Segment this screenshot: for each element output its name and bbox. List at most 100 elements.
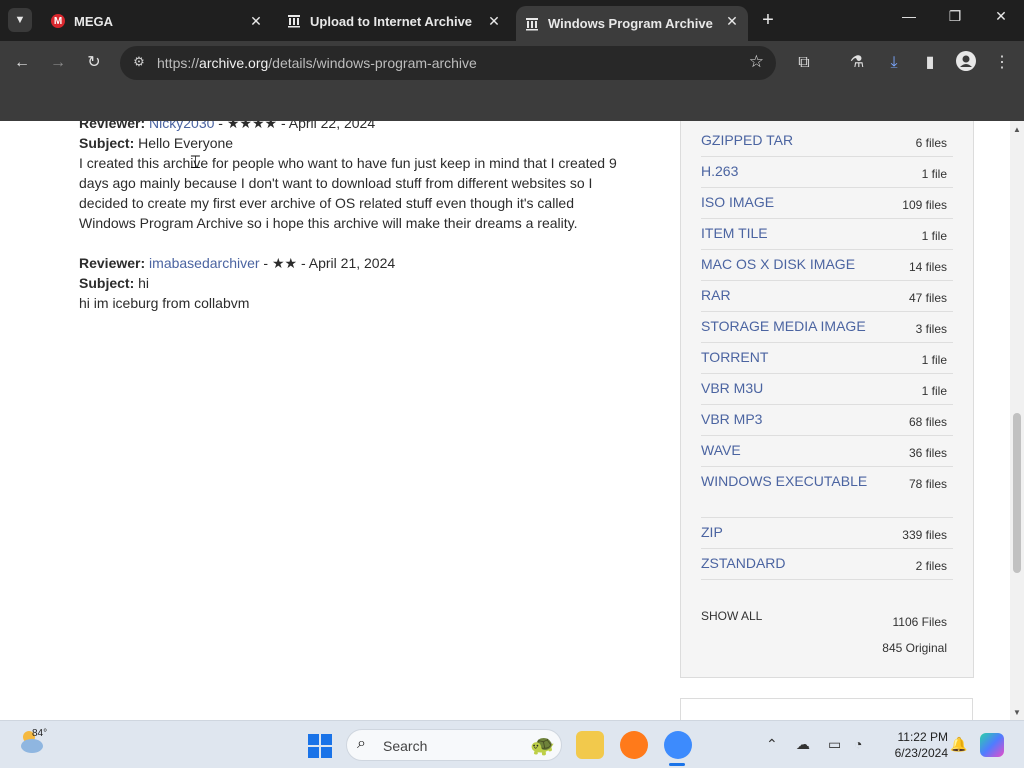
reload-button[interactable]: ↻ (82, 51, 106, 75)
format-row[interactable]: WINDOWS EXECUTABLE 78 files (701, 467, 953, 518)
reviewer-link[interactable]: Nicky2030 (149, 121, 214, 131)
firefox-icon[interactable] (620, 731, 648, 759)
tab-search-button[interactable]: ▼ (8, 8, 32, 32)
display-icon[interactable]: ▭ (828, 736, 841, 753)
format-row[interactable]: WAVE 36 files (701, 436, 953, 467)
reviewer-label: Reviewer: (79, 255, 146, 271)
subject-label: Subject: (79, 275, 135, 291)
format-link[interactable]: ZIP (701, 524, 723, 540)
page-content: Reviewer: Nicky2030 - ★★★★ - April 22, 2… (0, 121, 1010, 720)
format-row[interactable]: ITEM TILE 1 file (701, 219, 953, 250)
format-link[interactable]: ZSTANDARD (701, 555, 786, 571)
tab-title: MEGA (74, 13, 113, 29)
format-row[interactable]: VBR M3U 1 file (701, 374, 953, 405)
format-row[interactable]: ISO IMAGE 109 files (701, 188, 953, 219)
page-scrollbar[interactable]: ▲ ▼ (1010, 121, 1024, 720)
format-count: 339 files (902, 528, 947, 542)
format-row[interactable]: GZIPPED TAR 6 files (701, 126, 953, 157)
format-row[interactable]: MAC OS X DISK IMAGE 14 files (701, 250, 953, 281)
scroll-up-icon[interactable]: ▲ (1013, 125, 1021, 134)
weather-widget[interactable]: 84° (18, 728, 48, 759)
format-row[interactable]: TORRENT 1 file (701, 343, 953, 374)
format-count: 47 files (908, 291, 947, 305)
format-link[interactable]: ITEM TILE (701, 225, 768, 241)
scrollbar-thumb[interactable] (1013, 413, 1021, 573)
taskbar-clock[interactable]: 11:22 PM 6/23/2024 (878, 729, 948, 761)
format-link[interactable]: WAVE (701, 442, 741, 458)
format-row[interactable]: STORAGE MEDIA IMAGE 3 files (701, 312, 953, 343)
weather-temp: 84° (32, 728, 48, 739)
format-row[interactable]: ZIP 339 files (701, 518, 953, 549)
labs-icon[interactable]: ⚗ (845, 51, 869, 75)
format-row[interactable]: H.263 1 file (701, 157, 953, 188)
format-count: 1 file (921, 384, 947, 398)
format-count: 6 files (915, 136, 947, 150)
review-body: I created this archive for people who wa… (79, 155, 617, 231)
archive-icon (286, 13, 302, 29)
format-link[interactable]: WINDOWS EXECUTABLE (701, 473, 867, 489)
tab-bar: ▼ M MEGA ✕ Upload to Internet Archive ✕ … (0, 0, 1024, 41)
format-link[interactable]: ISO IMAGE (701, 194, 774, 210)
tab-windows-program-archive[interactable]: Windows Program Archive : N ✕ (516, 6, 748, 41)
close-icon[interactable]: ✕ (486, 13, 502, 29)
new-tab-button[interactable]: + (758, 8, 778, 32)
chrome-icon[interactable] (664, 731, 692, 759)
download-icon[interactable]: ⤓ (882, 51, 906, 75)
forward-button[interactable]: → (46, 51, 70, 75)
tab-mega[interactable]: M MEGA ✕ (40, 6, 272, 36)
next-panel (680, 698, 973, 720)
archive-icon (524, 16, 540, 32)
site-info-icon[interactable]: ⚙ (130, 54, 148, 72)
restore-button[interactable]: ❐ (943, 8, 967, 25)
scroll-down-icon[interactable]: ▼ (1013, 708, 1021, 717)
format-link[interactable]: GZIPPED TAR (701, 132, 793, 148)
taskbar-search[interactable]: ⌕ Search 🐢 (346, 729, 562, 761)
side-panel-icon[interactable]: ▮ (918, 51, 942, 75)
format-link[interactable]: VBR MP3 (701, 411, 762, 427)
format-row[interactable]: VBR MP3 68 files (701, 405, 953, 436)
format-link[interactable]: VBR M3U (701, 380, 763, 396)
profile-avatar-icon[interactable] (954, 51, 978, 75)
window-close-button[interactable]: ✕ (989, 8, 1013, 25)
format-row[interactable]: ZSTANDARD 2 files (701, 549, 953, 580)
format-link[interactable]: TORRENT (701, 349, 768, 365)
network-icon[interactable]: ◔ (854, 736, 862, 752)
format-link[interactable]: MAC OS X DISK IMAGE (701, 256, 855, 272)
format-count: 1 file (921, 353, 947, 367)
menu-icon[interactable]: ⋮ (990, 51, 1014, 75)
url-text[interactable]: https://archive.org/details/windows-prog… (157, 55, 477, 71)
show-all-link[interactable]: SHOW ALL (701, 609, 762, 623)
tab-upload[interactable]: Upload to Internet Archive ✕ (278, 6, 510, 36)
tab-title: Upload to Internet Archive (310, 13, 473, 29)
search-highlight-icon: 🐢 (530, 735, 555, 757)
reviewer-link[interactable]: imabasedarchiver (149, 255, 260, 271)
original-files: 845 Original (882, 641, 947, 655)
minimize-button[interactable]: — (897, 8, 921, 24)
back-button[interactable]: ← (10, 51, 34, 75)
file-explorer-icon[interactable] (576, 731, 604, 759)
chevron-up-icon[interactable]: ⌃ (766, 736, 778, 753)
bookmarks-bar (0, 85, 1024, 121)
format-count: 2 files (915, 559, 947, 573)
review-header: Reviewer: Nicky2030 - ★★★★ - April 22, 2… (79, 121, 619, 133)
review-1: Reviewer: Nicky2030 - ★★★★ - April 22, 2… (79, 121, 619, 233)
format-count: 68 files (908, 415, 947, 429)
address-bar[interactable]: ⚙ https://archive.org/details/windows-pr… (120, 46, 776, 80)
review-meta: - ★★ - April 21, 2024 (259, 255, 396, 271)
close-icon[interactable]: ✕ (724, 13, 740, 29)
format-link[interactable]: STORAGE MEDIA IMAGE (701, 318, 866, 334)
format-count: 1 file (921, 167, 947, 181)
subject-text: Hello Everyone (138, 135, 234, 151)
close-icon[interactable]: ✕ (248, 13, 264, 29)
extensions-icon[interactable]: ⧉ (792, 51, 816, 75)
format-link[interactable]: H.263 (701, 163, 738, 179)
format-row[interactable]: RAR 47 files (701, 281, 953, 312)
onedrive-icon[interactable]: ☁ (796, 736, 810, 753)
notification-bell-icon[interactable]: 🔔 (950, 736, 967, 753)
bookmark-star-icon[interactable]: ☆ (749, 52, 764, 72)
reviewer-label: Reviewer: (79, 121, 146, 131)
mouse-cursor-icon: ⌶ (190, 152, 201, 172)
format-link[interactable]: RAR (701, 287, 731, 303)
start-button[interactable] (308, 734, 332, 758)
copilot-icon[interactable] (980, 733, 1004, 757)
